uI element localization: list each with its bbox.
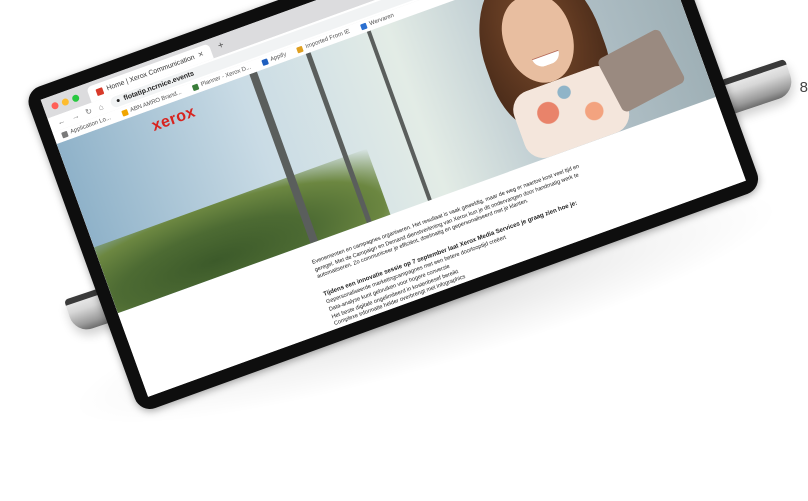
lock-icon: ● — [115, 96, 122, 105]
forward-arrow-icon[interactable]: → — [70, 111, 81, 122]
maximize-window-button[interactable] — [71, 93, 81, 103]
stage: 8 Home | Xerox Communication ✕ + ← → ↻ ⌂… — [0, 0, 808, 501]
back-arrow-icon[interactable]: ← — [56, 116, 67, 127]
close-icon[interactable]: ✕ — [197, 50, 205, 60]
bookmark-icon — [296, 45, 305, 54]
hero-woman-photo — [429, 0, 687, 187]
bookmark-icon — [360, 22, 368, 31]
bookmark-icon — [120, 109, 129, 117]
bookmark-icon — [261, 58, 269, 67]
minimize-window-button[interactable] — [60, 97, 70, 107]
home-icon[interactable]: ⌂ — [97, 102, 105, 112]
reload-icon[interactable]: ↻ — [84, 106, 93, 117]
bookmark-icon — [191, 83, 200, 92]
xerox-favicon-icon — [95, 86, 105, 96]
corner-digit: 8 — [799, 79, 808, 96]
bookmark-icon — [61, 130, 69, 139]
close-window-button[interactable] — [50, 100, 60, 110]
